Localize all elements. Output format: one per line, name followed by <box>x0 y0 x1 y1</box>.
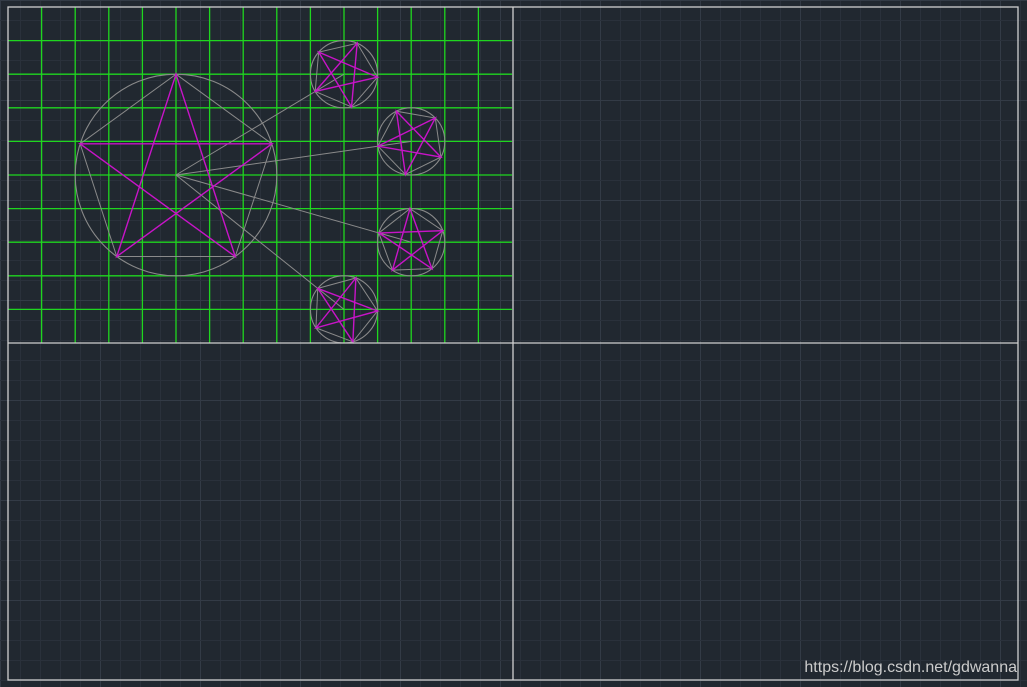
cad-drawing-canvas[interactable] <box>0 0 1027 687</box>
cad-viewport[interactable]: https://blog.csdn.net/gdwanna <box>0 0 1027 687</box>
watermark-text: https://blog.csdn.net/gdwanna <box>804 659 1017 676</box>
flag-stars <box>77 41 445 344</box>
